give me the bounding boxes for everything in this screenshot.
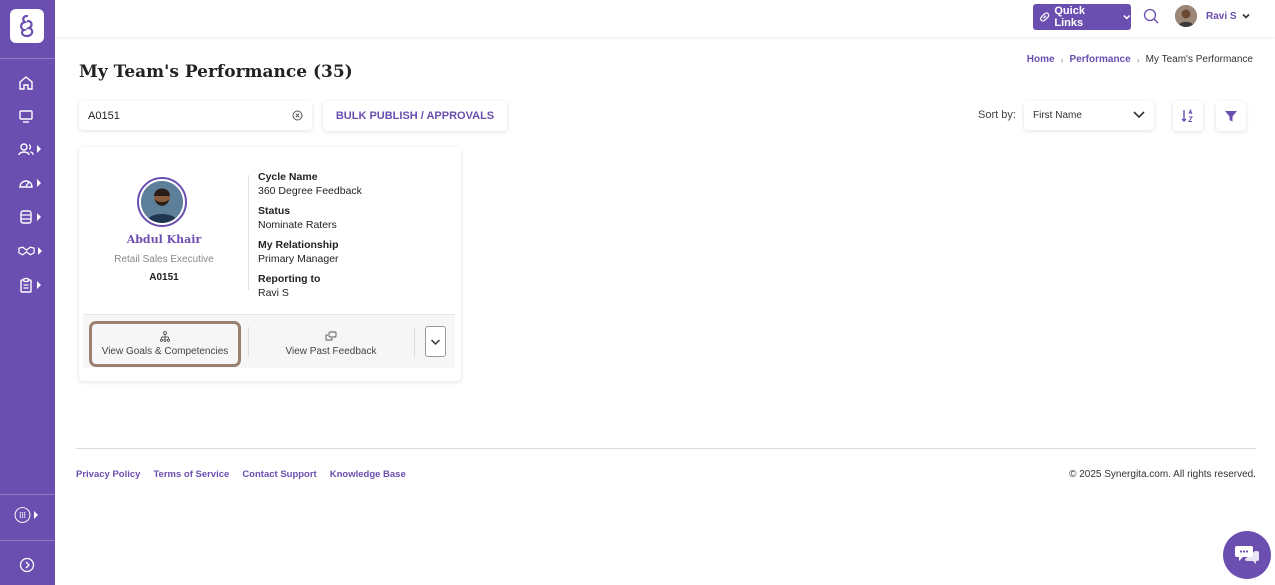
chat-button[interactable] (1223, 531, 1271, 579)
breadcrumb-current: My Team's Performance (1145, 54, 1253, 65)
sidebar-item-database[interactable] (18, 207, 42, 227)
monitor-icon (19, 110, 33, 123)
gauge-icon (19, 180, 33, 188)
breadcrumb-separator-icon: › (1060, 54, 1064, 65)
copyright-text: © 2025 Synergita.com. All rights reserve… (1069, 469, 1256, 480)
feedback-chat-icon (325, 331, 337, 341)
employee-photo (141, 181, 183, 223)
sort-order-button[interactable] (1173, 101, 1203, 131)
handshake-icon (18, 246, 35, 256)
link-icon (1040, 12, 1050, 22)
sidebar-item-home[interactable] (18, 73, 42, 93)
sidebar-apps-button[interactable] (14, 505, 38, 525)
knowledge-base-link[interactable]: Knowledge Base (330, 469, 406, 480)
users-icon (18, 143, 34, 156)
caret-right-icon (37, 281, 41, 289)
action-divider (248, 327, 249, 357)
cycle-name-value: 360 Degree Feedback (258, 185, 362, 197)
terms-of-service-link[interactable]: Terms of Service (153, 469, 229, 480)
sidebar-item-desktop[interactable] (18, 106, 42, 126)
expand-circle-icon (19, 557, 35, 573)
filter-icon (1225, 111, 1237, 122)
card-divider (248, 175, 249, 290)
caret-right-icon (37, 213, 41, 221)
privacy-policy-link[interactable]: Privacy Policy (76, 469, 140, 480)
sort-value: First Name (1033, 110, 1082, 121)
page-title: My Team's Performance (35) (79, 62, 353, 82)
breadcrumb-home[interactable]: Home (1027, 54, 1055, 65)
employee-card: Abdul Khair Retail Sales Executive A0151… (79, 147, 461, 381)
sidebar-expand-button[interactable] (19, 555, 43, 575)
view-goals-button[interactable]: View Goals & Competencies (89, 321, 241, 367)
caret-right-icon (37, 145, 41, 153)
status-value: Nominate Raters (258, 219, 337, 231)
apps-grid-icon (14, 507, 31, 523)
clipboard-icon (20, 277, 32, 293)
filter-button[interactable] (1216, 101, 1246, 131)
user-name[interactable]: Ravi S (1206, 11, 1237, 22)
caret-right-icon (38, 247, 42, 255)
user-avatar[interactable] (1175, 5, 1197, 27)
search-icon (1143, 8, 1159, 24)
view-past-feedback-label: View Past Feedback (285, 346, 377, 357)
breadcrumb-separator-icon: › (1136, 54, 1140, 65)
status-label: Status (258, 205, 291, 217)
chevron-down-icon (1122, 15, 1130, 20)
relationship-label: My Relationship (258, 239, 339, 251)
relationship-value: Primary Manager (258, 253, 339, 265)
cycle-name-label: Cycle Name (258, 171, 318, 183)
avatar-image (1175, 5, 1197, 27)
reporting-to-value: Ravi S (258, 287, 289, 299)
sort-label: Sort by: (978, 109, 1016, 121)
reporting-to-label: Reporting to (258, 273, 321, 285)
chevron-down-icon[interactable] (1241, 11, 1251, 21)
sidebar (0, 0, 55, 585)
sidebar-item-team[interactable] (18, 139, 42, 159)
footer-divider (76, 448, 1256, 449)
sidebar-item-reports[interactable] (18, 275, 42, 295)
chevron-down-icon (1133, 111, 1145, 119)
view-goals-label: View Goals & Competencies (101, 346, 229, 357)
sidebar-divider (0, 494, 55, 495)
search-field[interactable] (79, 101, 312, 130)
view-past-feedback-button[interactable]: View Past Feedback (263, 321, 399, 367)
app-logo[interactable] (10, 9, 44, 43)
quick-links-label: Quick Links (1054, 5, 1085, 29)
home-icon (19, 76, 33, 90)
sidebar-divider (0, 540, 55, 541)
search-button[interactable] (1143, 8, 1160, 30)
footer-links: Privacy Policy Terms of Service Contact … (76, 469, 406, 480)
sort-select[interactable]: First Name (1024, 101, 1154, 130)
contact-support-link[interactable]: Contact Support (242, 469, 316, 480)
employee-details: Cycle Name 360 Degree Feedback Status No… (258, 170, 362, 306)
top-bar: Quick Links Ravi S (55, 0, 1275, 37)
employee-name[interactable]: Abdul Khair (79, 233, 249, 246)
logo-icon (20, 14, 34, 38)
caret-right-icon (37, 179, 41, 187)
breadcrumb-performance[interactable]: Performance (1070, 54, 1131, 65)
sort-alpha-icon (1181, 108, 1193, 122)
bulk-publish-button[interactable]: BULK PUBLISH / APPROVALS (323, 101, 507, 131)
caret-right-icon (34, 511, 38, 519)
employee-avatar (137, 177, 187, 227)
chevron-down-icon (430, 338, 441, 345)
quick-links-button[interactable]: Quick Links (1033, 4, 1131, 30)
database-icon (20, 210, 32, 224)
sidebar-item-dashboard[interactable] (18, 173, 42, 193)
more-actions-button[interactable] (425, 326, 446, 357)
clear-icon[interactable] (292, 110, 303, 121)
goals-tree-icon (159, 331, 171, 342)
card-actions: View Goals & Competencies View Past Feed… (83, 314, 455, 368)
employee-id: A0151 (149, 272, 179, 283)
chat-bubble-icon (1235, 546, 1259, 564)
sidebar-item-engagement[interactable] (18, 241, 42, 261)
breadcrumb: Home › Performance › My Team's Performan… (1027, 54, 1253, 65)
employee-role: Retail Sales Executive (114, 254, 214, 265)
search-input[interactable] (88, 109, 278, 122)
sidebar-divider (0, 58, 55, 59)
action-divider (414, 327, 415, 357)
